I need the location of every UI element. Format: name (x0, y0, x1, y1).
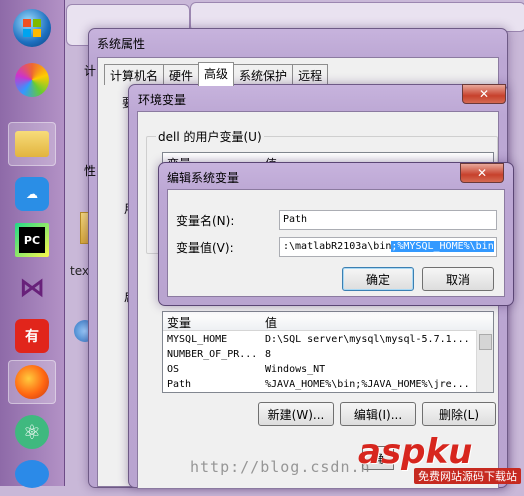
taskbar-file-explorer[interactable] (8, 122, 56, 166)
tab-hardware[interactable]: 硬件 (163, 64, 200, 85)
table-row[interactable]: MYSQL_HOME D:\SQL server\mysql\mysql-5.7… (163, 333, 493, 348)
close-icon: ✕ (478, 87, 490, 101)
tab-system-protection[interactable]: 系统保护 (233, 64, 294, 85)
row-name: Path (167, 379, 192, 390)
visual-studio-icon: ⋈ (19, 273, 45, 303)
row-name: NUMBER_OF_PR... (167, 349, 258, 360)
taskbar-youdao[interactable]: 有 (8, 314, 56, 358)
taskbar-visual-studio[interactable]: ⋈ (8, 266, 56, 310)
side-glyph: 计 (84, 64, 97, 78)
taskbar-pycharm[interactable]: PC (8, 218, 56, 262)
cancel-button[interactable]: 取消 (422, 267, 494, 291)
window-title: 系统属性 (97, 37, 146, 51)
delete-variable-button[interactable]: 删除(L) (422, 402, 496, 426)
row-value: %JAVA_HOME%\bin;%JAVA_HOME%\jre... (265, 379, 470, 390)
cloud-icon: ☁ (15, 177, 49, 211)
variable-name-input[interactable]: Path (279, 210, 497, 230)
new-variable-button[interactable]: 新建(W)... (258, 402, 334, 426)
row-name: OS (167, 364, 180, 375)
watermark-url: http://blog.csdn.n (190, 458, 371, 476)
tab-advanced[interactable]: 高级 (198, 62, 235, 86)
windows-logo-icon (13, 9, 51, 47)
taskbar-firefox[interactable] (8, 360, 56, 404)
watermark-logo: aspku (358, 432, 473, 472)
row-name: MYSQL_HOME (167, 334, 228, 345)
col-value[interactable]: 值 (265, 314, 277, 331)
system-variables-list[interactable]: 变量 值 MYSQL_HOME D:\SQL server\mysql\mysq… (162, 311, 494, 393)
tab-computer-name[interactable]: 计算机名 (104, 64, 165, 85)
dialog-close-button[interactable]: ✕ (460, 163, 504, 183)
row-value: D:\SQL server\mysql\mysql-5.7.1... (265, 334, 470, 345)
taskbar-cloud-app[interactable]: ☁ (8, 172, 56, 216)
table-row[interactable]: NUMBER_OF_PR... 8 (163, 348, 493, 363)
variable-value-input[interactable]: :\matlabR2103a\bin;%MYSQL_HOME%\bin (279, 237, 497, 257)
start-button[interactable] (8, 6, 56, 50)
folder-icon (15, 131, 49, 157)
side-glyph: 性 (84, 164, 97, 178)
system-list-scrollbar[interactable] (476, 330, 493, 392)
variable-name-label: 变量名(N): (176, 214, 235, 228)
edit-variable-button[interactable]: 编辑(I)... (340, 402, 416, 426)
table-row[interactable]: Path %JAVA_HOME%\bin;%JAVA_HOME%\jre... (163, 378, 493, 392)
bird-icon (15, 460, 49, 488)
window-title: 环境变量 (138, 93, 187, 107)
variable-value-label: 变量值(V): (176, 241, 234, 255)
table-row[interactable]: OS Windows_NT (163, 363, 493, 378)
taskbar-atom[interactable]: ⚛ (8, 410, 56, 454)
watermark-logo-subtitle: 免费网站源码下载站 (414, 468, 521, 484)
value-text: :\matlabR2103a\bin (283, 241, 392, 252)
col-variable[interactable]: 变量 (167, 314, 191, 331)
system-properties-tabs: 计算机名 硬件 高级 系统保护 远程 (104, 62, 329, 86)
youdao-icon: 有 (15, 319, 49, 353)
close-icon: ✕ (476, 166, 488, 180)
firefox-icon (15, 365, 49, 399)
env-close-button[interactable]: ✕ (462, 84, 506, 104)
dialog-title: 编辑系统变量 (167, 171, 240, 185)
system-list-header: 变量 值 (163, 312, 493, 331)
flower-app-icon (15, 63, 49, 97)
taskbar-app-colorful[interactable] (8, 58, 56, 102)
scroll-thumb[interactable] (479, 334, 492, 350)
user-variables-label: dell 的用户变量(U) (156, 128, 264, 145)
taskbar-bird-app[interactable] (8, 452, 56, 496)
atom-icon: ⚛ (15, 415, 49, 449)
row-value: 8 (265, 349, 272, 360)
ok-button[interactable]: 确定 (342, 267, 414, 291)
pycharm-icon: PC (15, 223, 49, 257)
tab-remote[interactable]: 远程 (292, 64, 329, 85)
value-selected-text: ;%MYSQL_HOME%\bin (391, 241, 494, 252)
taskbar: ☁ PC ⋈ 有 ⚛ (0, 0, 65, 488)
row-value: Windows_NT (265, 364, 326, 375)
